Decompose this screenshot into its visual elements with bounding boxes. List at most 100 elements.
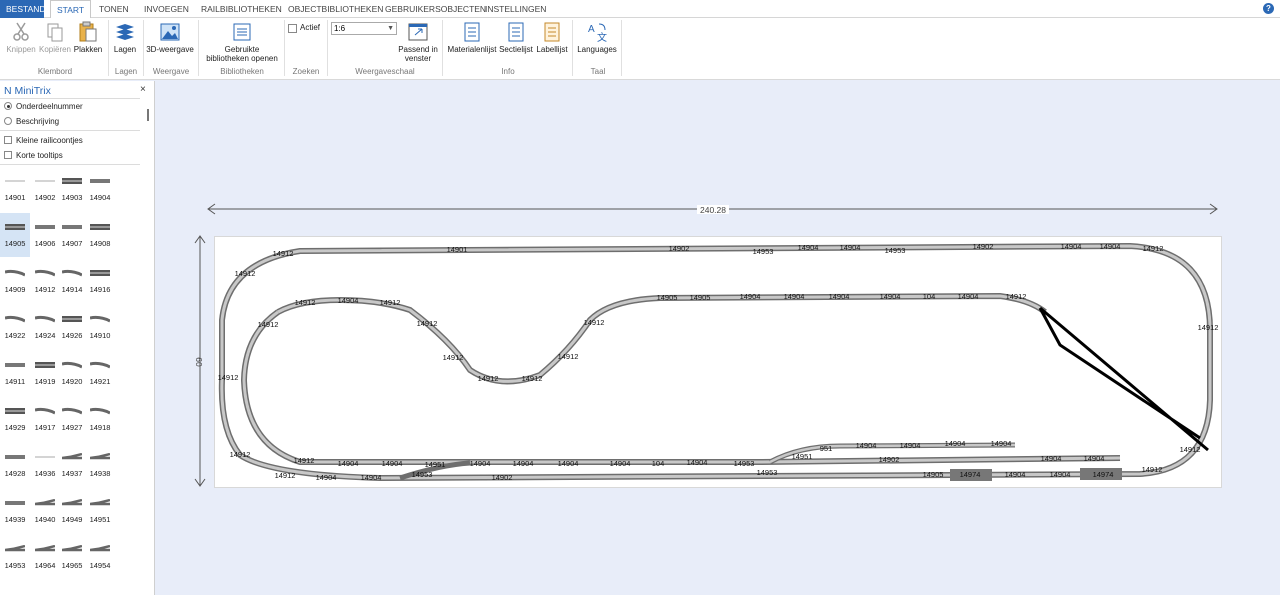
- part-tile[interactable]: 14924: [30, 305, 60, 349]
- rail-piece-icon: [5, 269, 25, 277]
- part-number: 14929: [4, 423, 26, 432]
- part-number: 14907: [61, 239, 83, 248]
- scale-select[interactable]: 1:6 ▼: [331, 22, 397, 35]
- part-number: 14949: [61, 515, 83, 524]
- materialenlijst-label: Materialenlijst: [447, 45, 497, 54]
- part-tile[interactable]: 14919: [30, 351, 60, 395]
- rail-piece-icon: [35, 315, 55, 323]
- part-tile[interactable]: 14939: [0, 489, 30, 533]
- list-icon: [508, 22, 524, 42]
- part-tile[interactable]: 14965: [57, 535, 87, 579]
- part-tile[interactable]: 14927: [57, 397, 87, 441]
- checkbox-kleine-railicoontjes[interactable]: Kleine railicoontjes: [4, 136, 83, 145]
- part-tile[interactable]: 14928: [0, 443, 30, 487]
- checkbox-korte-label: Korte tooltips: [16, 151, 63, 160]
- rail-piece-icon: [5, 545, 25, 552]
- rail-piece-icon: [90, 453, 110, 460]
- radio-onderdeelnummer[interactable]: Onderdeelnummer: [4, 102, 83, 111]
- part-tile[interactable]: 14905: [0, 213, 30, 257]
- radio-icon: [4, 117, 12, 125]
- close-icon[interactable]: ×: [140, 84, 146, 95]
- sectielijst-label: Sectielijst: [499, 45, 533, 54]
- help-icon[interactable]: ?: [1263, 3, 1274, 14]
- rail-piece-icon: [90, 361, 110, 369]
- part-tile[interactable]: 14914: [57, 259, 87, 303]
- rail-piece-icon: [62, 269, 82, 277]
- part-tile[interactable]: 14921: [85, 351, 115, 395]
- group-separator: [108, 20, 109, 76]
- part-tile[interactable]: 14951: [85, 489, 115, 533]
- panel-scrollbar[interactable]: [147, 109, 149, 121]
- rail-piece-icon: [90, 270, 110, 276]
- part-tile[interactable]: 14920: [57, 351, 87, 395]
- divider: [0, 98, 140, 99]
- plakken-button[interactable]: Plakken: [73, 18, 103, 54]
- languages-button[interactable]: A 文 Languages: [575, 18, 619, 54]
- part-number: 14909: [4, 285, 26, 294]
- checkbox-korte-tooltips[interactable]: Korte tooltips: [4, 151, 63, 160]
- part-tile[interactable]: 14903: [57, 167, 87, 211]
- lagen-button[interactable]: Lagen: [111, 18, 139, 54]
- part-tile[interactable]: 14936: [30, 443, 60, 487]
- 3d-weergave-button[interactable]: 3D-weergave: [145, 18, 195, 54]
- tab-invoegen[interactable]: INVOEGEN: [138, 0, 195, 18]
- part-tile[interactable]: 14901: [0, 167, 30, 211]
- tab-objectbibliotheken[interactable]: OBJECTBIBLIOTHEKEN: [282, 0, 389, 18]
- radio-onderdeelnummer-label: Onderdeelnummer: [16, 102, 83, 111]
- tab-start[interactable]: START: [50, 0, 92, 19]
- part-number: 14940: [34, 515, 56, 524]
- part-tile[interactable]: 14916: [85, 259, 115, 303]
- part-tile[interactable]: 14964: [30, 535, 60, 579]
- materialenlijst-button[interactable]: Materialenlijst: [446, 18, 498, 54]
- part-tile[interactable]: 14954: [85, 535, 115, 579]
- part-tile[interactable]: 14926: [57, 305, 87, 349]
- kopieren-button[interactable]: Kopiëren: [38, 18, 72, 54]
- group-label-taal: Taal: [590, 67, 606, 76]
- part-number: 14921: [89, 377, 111, 386]
- copy-icon: [47, 23, 63, 42]
- part-tile[interactable]: 14908: [85, 213, 115, 257]
- tab-gebruikersobjecten[interactable]: GEBRUIKERSOBJECTEN: [379, 0, 492, 18]
- passend-label-2: venster: [404, 54, 432, 63]
- rail-piece-icon: [62, 361, 82, 369]
- part-tile[interactable]: 14902: [30, 167, 60, 211]
- part-tile[interactable]: 14911: [0, 351, 30, 395]
- labellijst-button[interactable]: Labellijst: [535, 18, 569, 54]
- part-tile[interactable]: 14906: [30, 213, 60, 257]
- rail-piece-icon: [90, 179, 110, 183]
- part-tile[interactable]: 14912: [30, 259, 60, 303]
- group-separator: [442, 20, 443, 76]
- part-tile[interactable]: 14904: [85, 167, 115, 211]
- part-number: 14902: [34, 193, 56, 202]
- fit-window-icon: [408, 23, 428, 41]
- group-label-klembord: Klembord: [37, 67, 73, 76]
- part-number: 14937: [61, 469, 83, 478]
- part-tile[interactable]: 14917: [30, 397, 60, 441]
- part-tile[interactable]: 14938: [85, 443, 115, 487]
- lagen-label: Lagen: [113, 45, 137, 54]
- radio-beschrijving[interactable]: Beschrijving: [4, 117, 59, 126]
- actief-checkbox[interactable]: [288, 24, 297, 33]
- part-tile[interactable]: 14907: [57, 213, 87, 257]
- part-tile[interactable]: 14940: [30, 489, 60, 533]
- part-tile[interactable]: 14918: [85, 397, 115, 441]
- tab-railbibliotheken[interactable]: RAILBIBLIOTHEKEN: [195, 0, 288, 18]
- part-tile[interactable]: 14909: [0, 259, 30, 303]
- part-tile[interactable]: 14929: [0, 397, 30, 441]
- passend-in-venster-button[interactable]: Passend in venster: [396, 18, 440, 63]
- knippen-button[interactable]: Knippen: [5, 18, 37, 54]
- part-tile[interactable]: 14953: [0, 535, 30, 579]
- sectielijst-button[interactable]: Sectielijst: [499, 18, 533, 54]
- rail-piece-icon: [35, 407, 55, 415]
- part-tile[interactable]: 14937: [57, 443, 87, 487]
- rail-piece-icon: [5, 180, 25, 182]
- menu-bar: BESTAND START TONEN INVOEGEN RAILBIBLIOT…: [0, 0, 1280, 19]
- library-icon: [233, 23, 251, 41]
- part-tile[interactable]: 14949: [57, 489, 87, 533]
- tab-bestand[interactable]: BESTAND: [0, 0, 46, 18]
- tab-tonen[interactable]: TONEN: [93, 0, 135, 18]
- tab-instellingen[interactable]: INSTELLINGEN: [479, 0, 552, 18]
- bibliotheken-openen-button[interactable]: Gebruikte bibliotheken openen: [200, 18, 284, 63]
- part-tile[interactable]: 14910: [85, 305, 115, 349]
- part-tile[interactable]: 14922: [0, 305, 30, 349]
